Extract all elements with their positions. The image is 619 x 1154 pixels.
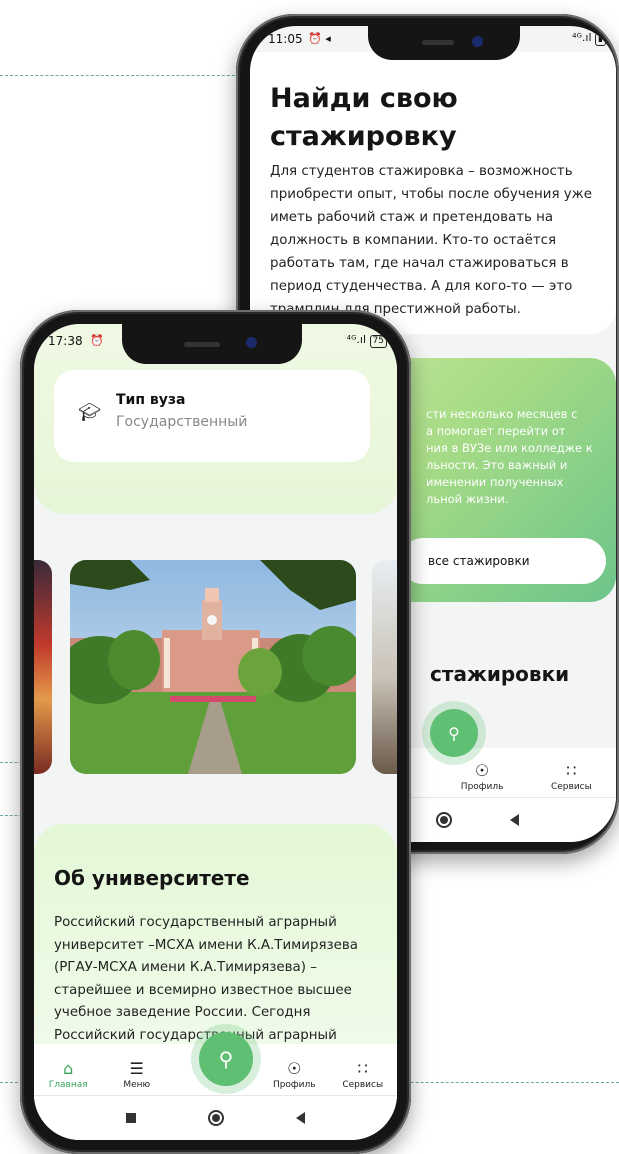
university-type-card[interactable]: 🎓︎ Тип вуза Государственный [54, 370, 370, 462]
services-icon: ∷ [566, 761, 577, 780]
back-system-button[interactable] [296, 1112, 305, 1124]
status-signal-icon: ⁴ᴳ.ıl 75 [347, 333, 387, 348]
photo-carousel[interactable] [34, 560, 397, 776]
back-phone-notch [368, 26, 520, 60]
university-info-panel: 🎓︎ Тип вуза Государственный [34, 350, 397, 514]
carousel-photo-left[interactable] [34, 560, 52, 774]
all-internships-button[interactable]: все стажировки [400, 538, 606, 584]
section-title: стажировки [430, 662, 570, 686]
all-internships-label: все стажировки [428, 554, 530, 568]
nav-label-home: Главная [48, 1080, 88, 1090]
back-search-fab[interactable]: ⚲ [430, 709, 478, 757]
carousel-photo-right[interactable] [372, 560, 397, 774]
carousel-photo-main[interactable] [70, 560, 356, 774]
menu-icon: ☰ [129, 1059, 144, 1078]
status-time: 17:38 [48, 334, 83, 348]
front-search-fab[interactable]: ⚲ [199, 1032, 253, 1086]
nav-item-home[interactable]: ⌂ Главная [34, 1059, 102, 1091]
dashed-guide-top [0, 75, 240, 76]
hero-card: Найди свою стажировку Для студентов стаж… [250, 52, 616, 334]
home-system-button[interactable] [436, 812, 452, 828]
profile-icon: ☉ [287, 1059, 302, 1078]
nav-label-profile: Профиль [272, 1080, 316, 1090]
back-system-button[interactable] [510, 814, 519, 826]
nav-item-services[interactable]: ∷ Сервисы [527, 761, 616, 793]
university-type-label: Тип вуза [116, 392, 186, 408]
front-phone-frame: 17:38 ⏰ ⁴ᴳ.ıl 75 🎓︎ Тип вуза Государстве… [20, 310, 411, 1154]
front-phone-notch [122, 324, 302, 364]
battery-icon: ▮ [595, 33, 606, 46]
nav-item-profile[interactable]: ☉ Профиль [437, 761, 526, 793]
profile-icon: ☉ [474, 761, 490, 780]
status-time: 11:05 [268, 32, 303, 46]
nav-item-menu[interactable]: ☰ Меню [102, 1059, 170, 1091]
university-type-value: Государственный [116, 414, 248, 430]
home-system-button[interactable] [208, 1110, 224, 1126]
services-icon: ∷ [357, 1059, 368, 1078]
hero-text: Для студентов стажировка – возможность п… [270, 164, 592, 317]
search-icon: ⚲ [218, 1047, 234, 1071]
front-phone-screen: 17:38 ⏰ ⁴ᴳ.ıl 75 🎓︎ Тип вуза Государстве… [34, 324, 397, 1140]
nav-item-services[interactable]: ∷ Сервисы [328, 1059, 396, 1091]
status-alarm-icon: ⏰ [90, 334, 104, 347]
front-system-nav [34, 1095, 397, 1140]
battery-icon: 75 [369, 335, 387, 348]
nav-label-profile: Профиль [460, 782, 504, 792]
status-alarm-icon: ⏰ ◂ [308, 32, 331, 45]
status-signal-icon: ⁴ᴳ.ıl ▮ [572, 31, 606, 46]
about-text: Российский государственный аграрный унив… [54, 915, 358, 1043]
nav-label-menu: Меню [123, 1080, 151, 1090]
about-title: Об университете [54, 866, 250, 890]
green-card-text: сти несколько месяцев с а помогает перей… [426, 407, 593, 506]
nav-item-profile[interactable]: ☉ Профиль [260, 1059, 328, 1091]
recents-system-button[interactable] [126, 1113, 136, 1123]
nav-label-services: Сервисы [342, 1080, 384, 1090]
graduation-cap-icon: 🎓︎ [78, 402, 101, 423]
home-icon: ⌂ [63, 1059, 74, 1078]
search-icon: ⚲ [448, 723, 460, 743]
nav-label-services: Сервисы [550, 782, 592, 792]
hero-title: Найди свою стажировку [270, 83, 458, 152]
